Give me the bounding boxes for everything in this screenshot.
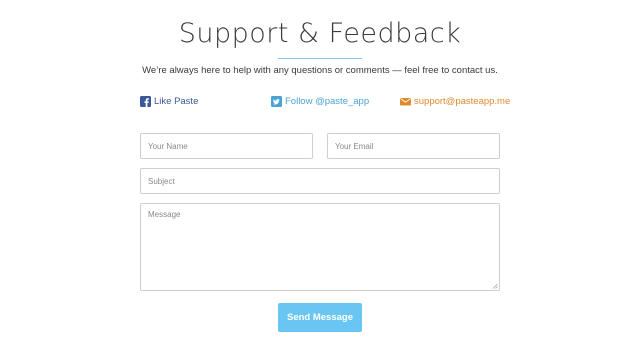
facebook-icon xyxy=(140,95,151,107)
facebook-link[interactable]: Like Paste xyxy=(140,95,198,107)
subject-field[interactable] xyxy=(140,168,500,194)
twitter-link-label: Follow @paste_app xyxy=(285,95,370,107)
name-field[interactable] xyxy=(140,133,313,159)
mail-icon xyxy=(400,97,411,105)
send-message-button[interactable]: Send Message xyxy=(278,303,362,332)
page-subtitle: We’re always here to help with any quest… xyxy=(142,65,498,76)
page-title: Support & Feedback xyxy=(178,18,462,49)
email-link-label: support@pasteapp.me xyxy=(414,95,511,107)
twitter-link[interactable]: Follow @paste_app xyxy=(271,95,369,107)
title-underline xyxy=(278,58,362,59)
email-field[interactable] xyxy=(327,133,500,159)
twitter-icon xyxy=(271,95,282,107)
facebook-link-label: Like Paste xyxy=(154,95,199,107)
message-field[interactable] xyxy=(140,203,500,291)
resize-handle-icon[interactable] xyxy=(492,283,498,289)
email-link[interactable]: support@pasteapp.me xyxy=(400,95,510,107)
